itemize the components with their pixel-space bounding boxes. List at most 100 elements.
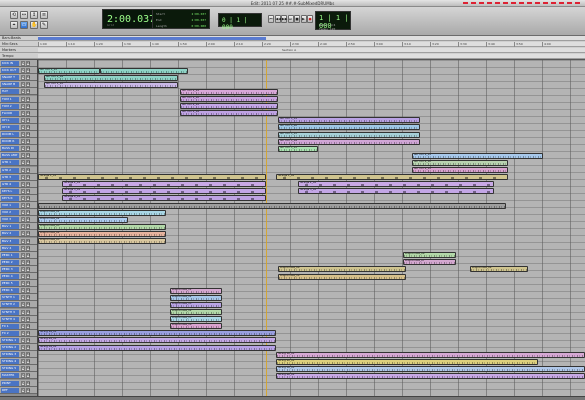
solo-button[interactable]: S — [21, 110, 25, 116]
solo-button[interactable]: S — [21, 323, 25, 329]
track-name[interactable]: BASS DI — [1, 146, 19, 152]
solo-button[interactable]: S — [21, 75, 25, 81]
track-name[interactable]: SYNTH 4 — [1, 316, 19, 322]
mute-button[interactable]: M — [26, 323, 30, 329]
track-header[interactable]: STRING 2SM — [0, 344, 37, 351]
mute-button[interactable]: M — [26, 181, 30, 187]
audio-clip[interactable] — [38, 202, 506, 209]
solo-button[interactable]: S — [21, 103, 25, 109]
audio-clip[interactable]: String 1b_01 — [276, 351, 585, 358]
track-name[interactable]: STRING 3 — [1, 352, 19, 358]
solo-button[interactable]: S — [21, 330, 25, 336]
mute-button[interactable]: M — [26, 188, 30, 194]
mute-button[interactable]: M — [26, 274, 30, 279]
track-name[interactable]: VOX 3 — [1, 217, 19, 223]
sel-end-value[interactable]: 2:00.037 — [192, 18, 206, 22]
track-header[interactable]: SNARE TSM — [0, 74, 37, 82]
track-name[interactable]: GTR 1 — [1, 160, 19, 166]
audio-clip[interactable]: Brightn Ass_08 — [278, 266, 406, 273]
mute-button[interactable]: M — [26, 345, 30, 350]
track-header[interactable]: HAT S M — [0, 88, 37, 96]
mute-button[interactable]: M — [26, 210, 30, 216]
zoom-h-icon[interactable]: ↔ — [20, 11, 28, 19]
solo-button[interactable]: S — [21, 210, 25, 216]
mute-button[interactable]: M — [26, 330, 30, 336]
track-name[interactable]: BASS AMP — [1, 153, 19, 159]
mute-button[interactable]: M — [26, 174, 30, 180]
track-name[interactable]: TOM 2 — [1, 103, 19, 109]
track-header[interactable]: ROOM LSM — [0, 131, 37, 138]
solo-button[interactable]: S — [21, 288, 25, 294]
audio-clip[interactable]: String 2b_01 — [276, 358, 538, 365]
track-header[interactable]: GTR 4SM — [0, 180, 37, 188]
mute-button[interactable]: M — [26, 288, 30, 294]
record-button[interactable]: ● — [307, 15, 313, 23]
audio-clip[interactable]: Gtr Ftm 2_02 — [180, 96, 278, 102]
audio-clip[interactable]: Gtr Ftm 2_03 — [180, 103, 278, 110]
audio-clip[interactable]: Gtr Ftm 4_01 — [412, 152, 543, 159]
solo-button[interactable]: S — [21, 153, 25, 159]
track-name[interactable]: FLOOR — [1, 110, 19, 116]
track-header[interactable]: KICK IN S M — [0, 60, 37, 67]
track-name[interactable]: STRING 1 — [1, 337, 19, 343]
track-header[interactable]: BASS DI S M — [0, 145, 37, 153]
mute-button[interactable]: M — [26, 153, 30, 159]
track-header[interactable]: FLOOR S M — [0, 109, 37, 117]
mute-button[interactable]: M — [26, 139, 30, 145]
audio-clip[interactable]: Brightn Ass_06 — [403, 252, 456, 259]
solo-button[interactable]: S — [21, 295, 25, 301]
solo-button[interactable]: S — [21, 245, 25, 251]
track-header[interactable]: STRING 1SM — [0, 336, 37, 344]
mute-button[interactable]: M — [26, 295, 30, 301]
audio-clip[interactable]: Gtr Ftm 2_04 — [180, 110, 278, 117]
track-name[interactable]: ROOM R — [1, 139, 19, 145]
audio-clip[interactable]: Brightn Ass_12 — [170, 294, 222, 301]
track-header[interactable]: PERC 6SM — [0, 287, 37, 295]
track-header[interactable]: BGV 3SM — [0, 237, 37, 245]
solo-button[interactable]: S — [21, 316, 25, 322]
track-name[interactable]: BGV 4 — [1, 245, 19, 251]
audio-clip[interactable]: String 4b_01 — [276, 372, 585, 379]
track-header[interactable]: FX 1SM — [0, 322, 37, 330]
solo-button[interactable]: S — [21, 387, 25, 393]
audio-clip[interactable]: String 3a_01 — [38, 344, 276, 351]
audio-clip[interactable]: Strings 3_02 — [298, 188, 494, 195]
solo-button[interactable]: S — [21, 96, 25, 102]
solo-button[interactable]: S — [21, 89, 25, 95]
audio-clip[interactable]: Strings 2_02 — [298, 181, 494, 188]
mute-button[interactable]: M — [26, 160, 30, 166]
track-name[interactable]: SNARE B — [1, 82, 19, 88]
solo-button[interactable]: S — [21, 238, 25, 244]
track-header[interactable]: SNARE BSM — [0, 81, 37, 89]
track-name[interactable]: VOX 1 — [1, 203, 19, 208]
mute-button[interactable]: M — [26, 124, 30, 130]
mute-button[interactable]: M — [26, 117, 30, 123]
audio-clip[interactable]: Gtr Ftm 2_01 — [180, 88, 278, 95]
mute-button[interactable]: M — [26, 337, 30, 343]
mute-button[interactable]: M — [26, 89, 30, 95]
mute-button[interactable]: M — [26, 259, 30, 265]
track-header[interactable]: PERC 3SM — [0, 265, 37, 273]
track-header[interactable]: BGV 4SM — [0, 244, 37, 252]
track-name[interactable]: REF — [1, 387, 19, 393]
track-header[interactable]: OH RSM — [0, 123, 37, 131]
solo-button[interactable]: S — [21, 281, 25, 287]
horizontal-scrollbar[interactable] — [0, 396, 585, 400]
audio-clip[interactable]: Gtr Ftm 3_03 — [278, 131, 420, 138]
track-header[interactable]: VOX 1SM — [0, 202, 37, 209]
mute-button[interactable]: M — [26, 110, 30, 116]
track-name[interactable]: HAT — [1, 89, 19, 95]
mute-button[interactable]: M — [26, 132, 30, 137]
track-name[interactable]: KEYS R — [1, 195, 19, 201]
track-name[interactable]: TOM 1 — [1, 96, 19, 102]
track-header[interactable]: STRING 3SM — [0, 351, 37, 359]
mute-button[interactable]: M — [26, 238, 30, 244]
mute-button[interactable]: M — [26, 366, 30, 372]
mute-button[interactable]: M — [26, 309, 30, 315]
track-header[interactable]: VOX 2SM — [0, 209, 37, 217]
pencil-icon[interactable]: ✎ — [40, 21, 48, 29]
solo-button[interactable]: S — [21, 195, 25, 201]
track-header[interactable]: SYNTH 2SM — [0, 301, 37, 309]
mute-button[interactable]: M — [26, 96, 30, 102]
track-name[interactable]: BGV 3 — [1, 238, 19, 244]
